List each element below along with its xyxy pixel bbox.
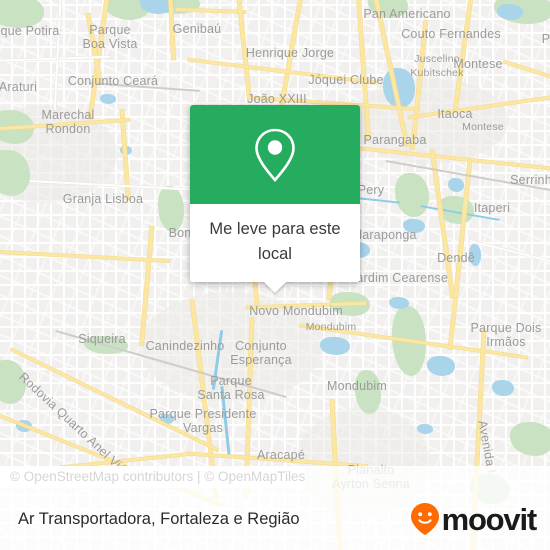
map-label: que Potira <box>0 24 60 38</box>
map-label: Parangaba <box>363 133 427 147</box>
map-screen: que Potira Parque Boa Vista Genibaú Pan Ame… <box>0 0 550 550</box>
map-label: Parque Dois Irmãos <box>470 321 542 349</box>
map-label: Granja Lisboa <box>62 192 144 206</box>
map-pin-icon <box>255 128 295 182</box>
popup-message: Me leve para este local <box>209 220 341 263</box>
water-body <box>448 178 464 192</box>
moovit-pin-icon <box>410 503 439 535</box>
water-body <box>320 337 350 355</box>
popup-body: Me leve para este local <box>190 204 360 282</box>
water-body <box>427 356 455 376</box>
map-label: Parque Boa Vista <box>82 23 138 51</box>
map-label: laraponga <box>359 228 417 242</box>
moovit-logo[interactable]: moovit <box>410 501 538 537</box>
map-label: Henrique Jorge <box>245 46 335 60</box>
popup-tail <box>264 282 286 293</box>
water-body <box>389 297 409 309</box>
map-label: Jardim Cearense <box>349 271 449 285</box>
footer-bar: Ar Transportadora, Fortaleza e Região mo… <box>0 488 550 550</box>
map-label: Pan Americano <box>363 7 451 21</box>
map-label: Bon <box>168 226 192 240</box>
map-label: P <box>541 32 550 46</box>
map-label: Mondubim <box>327 379 387 393</box>
moovit-wordmark: moovit <box>441 501 538 537</box>
map-label: Conjunto Esperança <box>230 339 292 367</box>
map-label: João XXIII <box>247 92 307 106</box>
location-popup[interactable]: Me leve para este local <box>190 105 360 293</box>
page-title: Ar Transportadora, Fortaleza e Região <box>18 509 300 528</box>
map-label: Novo Mondubim <box>249 304 343 318</box>
map-label: Genibaú <box>172 22 222 36</box>
water-body <box>497 4 523 20</box>
map-label: Canindezinho <box>145 339 225 353</box>
map-label: Araturi <box>0 80 38 94</box>
map-label: Montese <box>453 57 503 71</box>
popup-header <box>190 105 360 204</box>
map-label: Jóquei Clube <box>308 73 384 87</box>
map-label: Marechal Rondon <box>41 108 95 136</box>
map-label: Aracapé <box>257 448 305 462</box>
map-label: Dendê <box>437 251 475 265</box>
water-body <box>417 424 433 434</box>
map-label: Parque Santa Rosa <box>197 374 265 402</box>
map-label: Parque Presidente Vargas <box>149 407 257 435</box>
water-body <box>100 94 116 104</box>
map-label: Pery <box>357 183 385 197</box>
map-label: Itaoca <box>437 107 473 121</box>
map-label: Itaperi <box>473 201 511 215</box>
map-label: Siqueira <box>78 332 126 346</box>
map-label: Montese <box>462 121 504 133</box>
map-label: Conjunto Ceará <box>67 74 159 88</box>
water-body <box>492 380 514 396</box>
map-label: Serrinh <box>510 173 550 187</box>
map-label: Mondubim <box>305 321 357 333</box>
map-label: Couto Fernandes <box>401 27 501 41</box>
